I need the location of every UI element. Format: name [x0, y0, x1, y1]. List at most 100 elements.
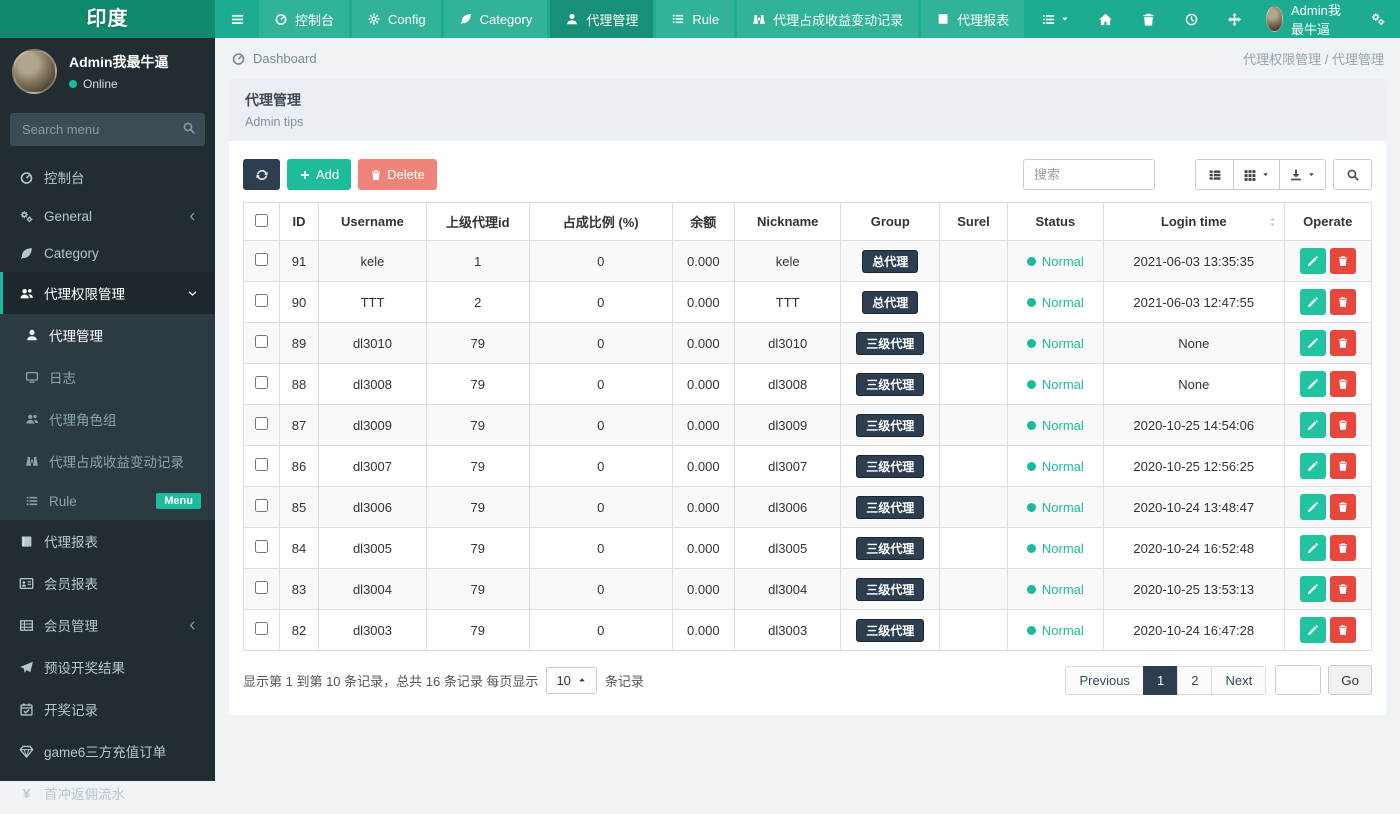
history-button[interactable] — [1170, 0, 1213, 38]
nav-item[interactable]: Rule — [656, 0, 735, 38]
sidebar-user-panel[interactable]: Admin我最牛逼 Online — [0, 38, 215, 105]
sidebar-item[interactable]: 会员管理 — [0, 604, 215, 646]
row-checkbox[interactable] — [254, 540, 268, 553]
detail-view-button[interactable] — [1195, 159, 1234, 190]
table-search-input[interactable] — [1023, 159, 1155, 190]
search-toggle-button[interactable] — [1333, 159, 1372, 190]
sidebar-submenu-item[interactable]: 代理占成收益变动记录 — [0, 440, 215, 482]
nav-item[interactable]: 控制台 — [259, 0, 350, 38]
fullscreen-button[interactable] — [1213, 0, 1256, 38]
edit-button[interactable] — [1299, 576, 1326, 602]
sidebar-toggle-button[interactable] — [215, 0, 259, 38]
row-delete-button[interactable] — [1329, 248, 1356, 274]
row-delete-button[interactable] — [1329, 453, 1356, 479]
nav-item[interactable]: 代理占成收益变动记录 — [737, 0, 919, 38]
home-button[interactable] — [1084, 0, 1127, 38]
go-button[interactable]: Go — [1328, 665, 1372, 695]
menu-search — [10, 113, 205, 146]
nav-item[interactable]: 代理管理 — [550, 0, 654, 38]
row-delete-button[interactable] — [1329, 371, 1356, 397]
sidebar-item[interactable]: Category — [0, 235, 215, 272]
row-delete-button[interactable] — [1329, 535, 1356, 561]
row-checkbox[interactable] — [254, 253, 268, 266]
edit-button[interactable] — [1299, 535, 1326, 561]
edit-button[interactable] — [1299, 248, 1326, 274]
sidebar-item[interactable]: 会员报表 — [0, 562, 215, 604]
row-delete-button[interactable] — [1329, 412, 1356, 438]
sidebar-submenu-item[interactable]: 日志 — [0, 356, 215, 398]
row-checkbox[interactable] — [254, 376, 268, 389]
previous-page-button[interactable]: Previous — [1065, 665, 1145, 695]
column-header[interactable]: Username — [318, 202, 427, 241]
sidebar-item[interactable]: 预设开奖结果 — [0, 646, 215, 688]
edit-button[interactable] — [1299, 412, 1326, 438]
refresh-button[interactable] — [243, 159, 280, 190]
nav-item[interactable]: Category — [443, 0, 548, 38]
trash-icon — [370, 169, 382, 181]
column-header[interactable]: ID — [278, 202, 320, 241]
row-delete-button[interactable] — [1329, 289, 1356, 315]
edit-button[interactable] — [1299, 453, 1326, 479]
settings-button[interactable] — [1356, 0, 1400, 38]
row-checkbox[interactable] — [254, 499, 268, 512]
column-header[interactable]: 余额 — [671, 202, 736, 241]
clear-cache-button[interactable] — [1127, 0, 1170, 38]
brand-logo[interactable]: 印度 — [0, 0, 215, 38]
page-size-select[interactable]: 10 — [546, 666, 597, 694]
user-menu[interactable]: Admin我最牛逼 — [1256, 0, 1356, 38]
sidebar-item[interactable]: 代理权限管理 — [0, 272, 215, 314]
menu-search-input[interactable] — [10, 113, 205, 146]
pencil-icon — [1307, 255, 1319, 267]
edit-button[interactable] — [1299, 371, 1326, 397]
sidebar-item[interactable]: ¥ 首冲返佣流水 — [0, 772, 215, 814]
sidebar-item[interactable]: General — [0, 198, 215, 235]
add-button[interactable]: Add — [287, 159, 352, 190]
sidebar-submenu-item[interactable]: Rule Menu — [0, 482, 215, 520]
quick-menu-dropdown-button[interactable] — [1027, 0, 1084, 38]
edit-button[interactable] — [1299, 494, 1326, 520]
column-header[interactable]: 上级代理id — [425, 202, 530, 241]
page-jump-input[interactable] — [1275, 665, 1322, 695]
row-checkbox[interactable] — [254, 581, 268, 594]
sidebar-submenu-item[interactable]: 代理管理 — [0, 314, 215, 356]
column-header[interactable]: Login time — [1103, 202, 1285, 241]
sidebar-item[interactable]: 控制台 — [0, 156, 215, 198]
sidebar-submenu-item[interactable]: 代理角色组 — [0, 398, 215, 440]
edit-button[interactable] — [1299, 289, 1326, 315]
column-header[interactable]: Status — [1006, 202, 1105, 241]
row-delete-button[interactable] — [1329, 494, 1356, 520]
cell-ratio: 0 — [528, 404, 673, 446]
row-checkbox[interactable] — [254, 294, 268, 307]
column-header[interactable]: Operate — [1283, 202, 1372, 241]
row-delete-button[interactable] — [1329, 576, 1356, 602]
sidebar-item[interactable]: game6三方充值订单 — [0, 730, 215, 772]
select-all-checkbox[interactable] — [254, 213, 268, 227]
dashboard-breadcrumb[interactable]: Dashboard — [231, 51, 317, 66]
row-delete-button[interactable] — [1329, 617, 1356, 643]
column-header[interactable]: Group — [840, 202, 941, 241]
page-number-button[interactable]: 1 — [1143, 665, 1179, 695]
column-header[interactable]: 占成比例 (%) — [528, 202, 673, 241]
columns-dropdown-button[interactable] — [1233, 159, 1280, 190]
row-checkbox[interactable] — [254, 417, 268, 430]
cell-surel — [939, 445, 1008, 487]
cell-surel — [939, 363, 1008, 405]
delete-button[interactable]: Delete — [358, 159, 437, 190]
row-checkbox[interactable] — [254, 335, 268, 348]
sidebar-item[interactable]: 开奖记录 — [0, 688, 215, 730]
nav-item[interactable]: Config — [352, 0, 441, 38]
page-number-button[interactable]: 2 — [1177, 665, 1213, 695]
sidebar-item[interactable]: 代理报表 — [0, 520, 215, 562]
edit-button[interactable] — [1299, 617, 1326, 643]
nav-item[interactable]: 代理报表 — [921, 0, 1025, 38]
status-badge: Normal — [1026, 377, 1084, 392]
next-page-button[interactable]: Next — [1211, 665, 1267, 695]
row-checkbox[interactable] — [254, 622, 268, 635]
user-name: Admin我最牛逼 — [69, 54, 169, 70]
row-delete-button[interactable] — [1329, 330, 1356, 356]
column-header[interactable]: Surel — [939, 202, 1008, 241]
export-dropdown-button[interactable] — [1279, 159, 1326, 190]
row-checkbox[interactable] — [254, 458, 268, 471]
edit-button[interactable] — [1299, 330, 1326, 356]
column-header[interactable]: Nickname — [734, 202, 842, 241]
